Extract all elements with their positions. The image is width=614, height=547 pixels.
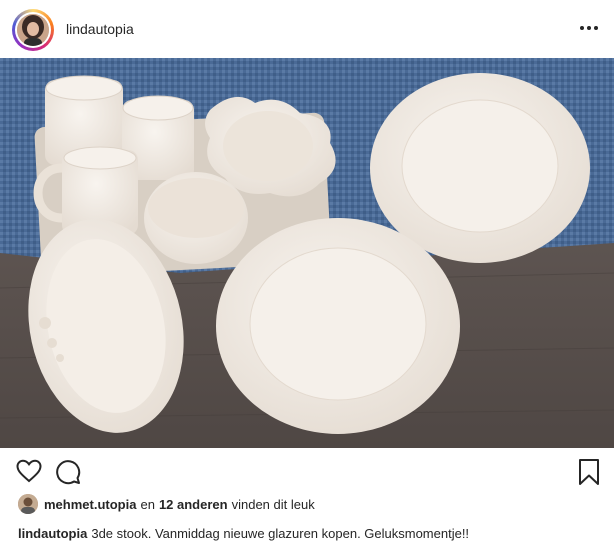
post-username[interactable]: lindautopia	[66, 21, 134, 37]
post-header: lindautopia	[0, 0, 614, 58]
avatar[interactable]	[12, 9, 54, 51]
caption-text: 3de stook. Vanmiddag nieuwe glazuren kop…	[91, 526, 470, 541]
first-liker-link[interactable]: mehmet.utopia	[44, 497, 136, 512]
post-actions	[0, 455, 614, 487]
likes-and-text: en	[140, 496, 155, 512]
more-horizontal-icon[interactable]	[580, 26, 600, 32]
heart-icon[interactable]	[16, 459, 42, 483]
post-caption: lindautopia 3de stook. Vanmiddag nieuwe g…	[18, 526, 469, 541]
bookmark-icon[interactable]	[578, 458, 600, 486]
liker-avatar[interactable]	[18, 494, 38, 514]
likes-line: mehmet.utopia en 12 anderen vinden dit l…	[18, 494, 315, 514]
others-link[interactable]: 12 anderen	[159, 497, 228, 512]
post-photo[interactable]	[0, 58, 614, 448]
likes-suffix: vinden dit leuk	[231, 496, 315, 512]
comment-icon[interactable]	[55, 459, 81, 485]
caption-author[interactable]: lindautopia	[18, 526, 87, 541]
